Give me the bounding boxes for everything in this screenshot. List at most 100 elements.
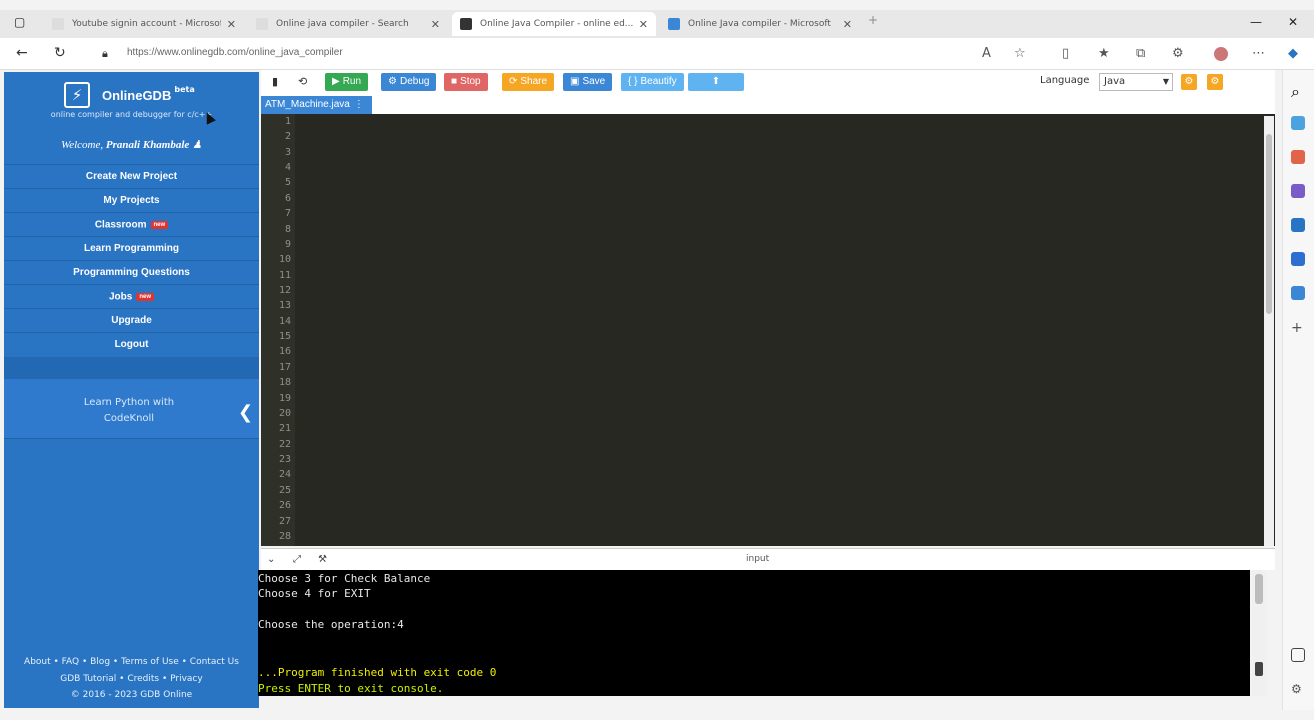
page-icon [52,18,64,30]
sidebar-item-upgrade[interactable]: Upgrade [4,308,259,332]
stop-button[interactable]: ■ Stop [444,73,488,91]
search-icon[interactable]: ⌕ [1291,82,1305,101]
sidebar-item-programming-questions[interactable]: Programming Questions [4,260,259,284]
line-number: 9 [284,239,291,250]
shopping-icon[interactable] [1291,116,1305,130]
line-gutter: 1 2 3 4 5 6 7 8 9 10 11 12 13 14 15 16 1… [261,114,295,546]
sidebar-item-classroom[interactable]: Classroom new [4,212,259,236]
office-icon[interactable] [1291,218,1305,232]
profile-avatar[interactable] [1214,47,1228,61]
clear-console-icon[interactable]: ⚒ [318,554,327,565]
debug-icon: ⚙ [388,76,397,87]
close-icon[interactable]: ✕ [431,18,440,31]
read-aloud-icon[interactable]: A [982,46,991,61]
beta-label: beta [174,84,195,94]
search-icon [668,18,680,30]
tab-actions-icon[interactable]: ▢ [14,15,25,29]
share-button[interactable]: ⟳ Share [502,73,555,91]
save-label: Save [582,76,606,87]
browser-tab-3[interactable]: Online Java Compiler - online ed... ✕ [452,12,656,36]
layout-icon[interactable] [1291,648,1305,662]
close-icon[interactable]: ✕ [843,18,852,31]
console-scrollbar[interactable] [1252,570,1266,696]
scrollbar-thumb[interactable] [1255,574,1263,604]
menu-label: Programming Questions [73,267,190,278]
console-bar: ⌄ ⤢ ⚒ input [261,548,1275,570]
collapse-sidebar-icon[interactable]: ❮ [238,402,253,423]
editor-toolbar: ▮ ⟲ ▶ Run ⚙ Debug ■ Stop ⟳ Share ▣ Save { } Be… [261,70,1275,94]
sidebar-item-create-project[interactable]: Create New Project [4,164,259,188]
beautify-button[interactable]: { } Beautify [621,73,684,91]
copyright: © 2016 - 2023 GDB Online [70,690,193,700]
chevron-down-icon[interactable]: ⌄ [267,554,275,565]
split-screen-icon[interactable]: ▯ [1062,46,1069,61]
promo-box[interactable]: Learn Python with CodeKnoll [4,379,259,439]
outlook-icon[interactable] [1291,252,1305,266]
extensions-icon[interactable]: ⚙ [1172,46,1184,61]
browser-tab-strip: ▢ Youtube signin account - Microsoft Edg… [0,10,1314,38]
line-number: 24 [278,469,291,480]
games-icon[interactable] [1291,184,1305,198]
file-tab-main[interactable]: ATM_Machine.java ⋮ [261,96,372,114]
welcome-prefix: Welcome, [61,139,106,151]
back-icon[interactable]: ← [16,45,28,61]
beautify-label: Beautify [640,76,677,87]
menu-label: Classroom [94,219,147,231]
lightning-logo-icon: ⚡ [64,82,90,108]
line-number: 22 [278,439,291,450]
collections-icon[interactable]: ⧉ [1136,46,1145,61]
line-number: 7 [284,208,291,219]
run-button[interactable]: ▶ Run [325,73,369,91]
upload-icon[interactable]: ⟲ [298,75,307,88]
favorite-icon[interactable]: ☆ [1014,46,1026,61]
tab-menu-icon[interactable]: ⋮ [354,99,364,110]
menu-label: Jobs [108,291,133,303]
save-button[interactable]: ▣ Save [563,73,613,91]
new-file-icon[interactable]: ▮ [272,75,278,88]
browser-tab-1[interactable]: Youtube signin account - Microsoft Edge … [44,12,244,36]
browser-tab-2[interactable]: Online java compiler - Search ✕ [248,12,448,36]
brand[interactable]: ⚡ OnlineGDB beta [64,82,195,108]
editor-scrollbar[interactable] [1264,116,1274,546]
refresh-icon[interactable]: ↻ [54,45,66,61]
download-button[interactable]: ⬆ [688,73,744,91]
settings-gear-icon[interactable]: ⚙ [1181,74,1197,90]
user-icon[interactable]: ♟ [192,139,202,151]
line-number: 5 [284,177,291,188]
tools-icon[interactable] [1291,150,1305,164]
language-select[interactable]: Java ▼ [1099,73,1173,91]
console-output[interactable]: Choose 3 for Check Balance Choose 4 for … [258,570,1250,696]
line-number: 4 [284,162,291,173]
settings-icon[interactable]: ⚙ [1291,682,1305,696]
line-number: 10 [278,254,291,265]
expand-icon[interactable]: ⤢ [293,554,301,565]
line-number: 18 [278,377,291,388]
close-icon[interactable]: ✕ [639,18,648,31]
minimize-icon[interactable]: — [1250,15,1262,29]
url-field[interactable]: https://www.onlinegdb.com/online_java_co… [127,47,343,58]
new-tab-icon[interactable]: + [868,13,878,27]
close-window-icon[interactable]: ✕ [1288,15,1298,29]
lock-icon: 🔒︎ [102,47,108,60]
close-icon[interactable]: ✕ [227,18,236,31]
telegram-icon[interactable] [1291,286,1305,300]
code-editor[interactable]: 1 2 3 4 5 6 7 8 9 10 11 12 13 14 15 16 1… [261,114,1275,546]
info-gear-icon[interactable]: ⚙ [1207,74,1223,90]
debug-button[interactable]: ⚙ Debug [381,73,437,91]
sidebar-item-my-projects[interactable]: My Projects [4,188,259,212]
sidebar-item-jobs[interactable]: Jobs new [4,284,259,308]
sidebar-item-learn-programming[interactable]: Learn Programming [4,236,259,260]
scrollbar-thumb[interactable] [1266,134,1272,314]
user-name[interactable]: Pranali Khambale [106,139,189,151]
browser-tab-4[interactable]: Online Java compiler - Microsoft ✕ [660,12,860,36]
scrollbar-thumb-2[interactable] [1255,662,1263,676]
app-window: ▢ Youtube signin account - Microsoft Edg… [0,0,1314,720]
more-icon[interactable]: ⋯ [1252,46,1265,61]
favorites-icon[interactable]: ★ [1098,46,1110,61]
line-number: 12 [278,285,291,296]
copilot-icon[interactable]: ◆ [1288,46,1298,61]
add-icon[interactable]: + [1291,320,1305,336]
footer-links-2[interactable]: GDB Tutorial • Credits • Privacy [4,671,259,688]
footer-links[interactable]: About • FAQ • Blog • Terms of Use • Cont… [4,654,259,671]
sidebar-item-logout[interactable]: Logout [4,332,259,356]
